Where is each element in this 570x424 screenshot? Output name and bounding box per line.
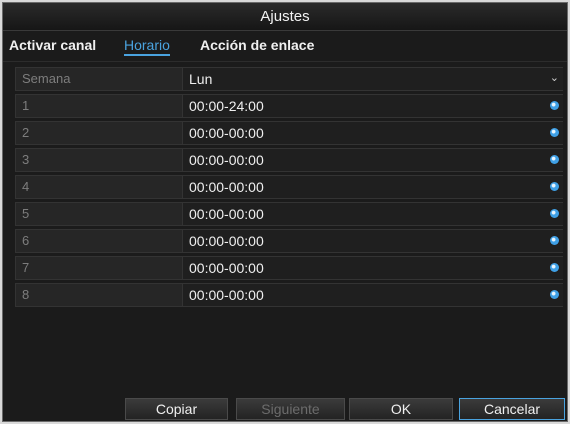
row-index: 2 xyxy=(22,125,30,140)
time-range-value: 00:00-00:00 xyxy=(189,206,264,222)
time-range-field[interactable]: 00:00-00:00 xyxy=(182,149,563,171)
next-button[interactable]: Siguiente xyxy=(236,398,345,420)
tab-activar-canal[interactable]: Activar canal xyxy=(9,37,96,53)
time-range-value: 00:00-00:00 xyxy=(189,260,264,276)
settings-dot-icon[interactable] xyxy=(550,182,559,191)
week-select[interactable]: Lun ⌄ xyxy=(182,68,563,90)
row-index: 7 xyxy=(22,260,30,275)
settings-dot-icon[interactable] xyxy=(550,101,559,110)
settings-dot-icon[interactable] xyxy=(550,155,559,164)
schedule-row: 2 00:00-00:00 xyxy=(15,121,563,145)
settings-dot-icon[interactable] xyxy=(550,236,559,245)
window-title: Ajustes xyxy=(3,3,567,31)
settings-dot-icon[interactable] xyxy=(550,290,559,299)
row-index: 8 xyxy=(22,287,30,302)
schedule-row: 4 00:00-00:00 xyxy=(15,175,563,199)
time-range-value: 00:00-00:00 xyxy=(189,287,264,303)
time-range-field[interactable]: 00:00-24:00 xyxy=(182,95,563,117)
time-range-field[interactable]: 00:00-00:00 xyxy=(182,230,563,252)
time-range-value: 00:00-00:00 xyxy=(189,125,264,141)
cancel-button[interactable]: Cancelar xyxy=(459,398,565,420)
schedule-row: 1 00:00-24:00 xyxy=(15,94,563,118)
row-index: 5 xyxy=(22,206,30,221)
week-value: Lun xyxy=(189,71,213,87)
tab-bar: Activar canal Horario Acción de enlace xyxy=(3,31,567,62)
time-range-field[interactable]: 00:00-00:00 xyxy=(182,257,563,279)
time-range-value: 00:00-24:00 xyxy=(189,98,264,114)
time-range-field[interactable]: 00:00-00:00 xyxy=(182,176,563,198)
week-row: Semana Lun ⌄ xyxy=(15,67,563,91)
schedule-panel: Semana Lun ⌄ 1 00:00-24:00 2 00:00-00:00… xyxy=(15,67,563,307)
row-index: 3 xyxy=(22,152,30,167)
settings-dialog: Ajustes Activar canal Horario Acción de … xyxy=(2,2,568,422)
tab-horario[interactable]: Horario xyxy=(124,37,170,56)
time-range-value: 00:00-00:00 xyxy=(189,152,264,168)
schedule-row: 5 00:00-00:00 xyxy=(15,202,563,226)
time-range-field[interactable]: 00:00-00:00 xyxy=(182,284,563,306)
settings-dot-icon[interactable] xyxy=(550,128,559,137)
schedule-row: 8 00:00-00:00 xyxy=(15,283,563,307)
copy-button[interactable]: Copiar xyxy=(125,398,228,420)
settings-dot-icon[interactable] xyxy=(550,209,559,218)
time-range-field[interactable]: 00:00-00:00 xyxy=(182,203,563,225)
schedule-row: 3 00:00-00:00 xyxy=(15,148,563,172)
schedule-row: 6 00:00-00:00 xyxy=(15,229,563,253)
dialog-footer: Copiar Siguiente OK Cancelar xyxy=(3,395,567,421)
time-range-value: 00:00-00:00 xyxy=(189,233,264,249)
time-range-field[interactable]: 00:00-00:00 xyxy=(182,122,563,144)
schedule-row: 7 00:00-00:00 xyxy=(15,256,563,280)
ok-button[interactable]: OK xyxy=(349,398,453,420)
tab-accion-de-enlace[interactable]: Acción de enlace xyxy=(200,37,314,53)
week-label: Semana xyxy=(22,71,71,86)
row-index: 1 xyxy=(22,98,30,113)
settings-dot-icon[interactable] xyxy=(550,263,559,272)
time-range-value: 00:00-00:00 xyxy=(189,179,264,195)
chevron-down-icon: ⌄ xyxy=(549,72,559,84)
row-index: 4 xyxy=(22,179,30,194)
row-index: 6 xyxy=(22,233,30,248)
